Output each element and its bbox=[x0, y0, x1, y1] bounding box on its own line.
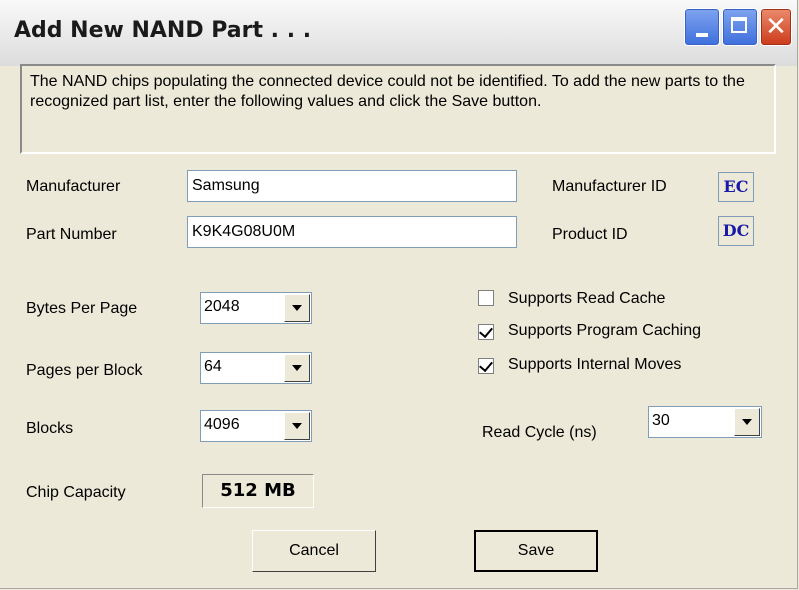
read-cycle-value: 30 bbox=[652, 412, 670, 429]
supports-read-cache-checkbox[interactable] bbox=[478, 290, 494, 306]
bytes-per-page-dropdown-button[interactable] bbox=[284, 294, 310, 322]
save-button[interactable]: Save bbox=[474, 530, 598, 572]
close-icon: ✕ bbox=[765, 12, 787, 42]
checkmark-icon bbox=[479, 323, 493, 339]
supports-internal-moves-checkbox[interactable] bbox=[478, 357, 494, 374]
maximize-button[interactable] bbox=[722, 8, 758, 46]
manufacturer-id-label: Manufacturer ID bbox=[552, 178, 667, 195]
blocks-value: 4096 bbox=[204, 416, 240, 433]
chevron-down-icon bbox=[292, 423, 302, 429]
info-message: The NAND chips populating the connected … bbox=[20, 64, 776, 154]
cancel-button[interactable]: Cancel bbox=[252, 530, 376, 572]
minimize-button[interactable] bbox=[684, 8, 720, 46]
supports-read-cache-label: Supports Read Cache bbox=[508, 290, 666, 307]
blocks-label: Blocks bbox=[26, 420, 74, 437]
manufacturer-input[interactable]: Samsung bbox=[187, 170, 517, 202]
minimize-icon bbox=[696, 33, 708, 37]
product-id-value: DC bbox=[718, 216, 754, 246]
part-number-input[interactable]: K9K4G08U0M bbox=[187, 216, 517, 248]
manufacturer-id-value: EC bbox=[718, 172, 754, 202]
chevron-down-icon bbox=[292, 305, 302, 311]
supports-internal-moves-label: Supports Internal Moves bbox=[508, 356, 682, 373]
add-nand-part-dialog: Add New NAND Part . . . ✕ The NAND chips… bbox=[0, 0, 798, 589]
bytes-per-page-label: Bytes Per Page bbox=[26, 300, 138, 317]
chip-capacity-value: 512 MB bbox=[202, 474, 314, 508]
pages-per-block-select[interactable]: 64 bbox=[200, 352, 312, 384]
read-cycle-select[interactable]: 30 bbox=[648, 406, 762, 438]
close-button[interactable]: ✕ bbox=[760, 8, 792, 46]
product-id-label: Product ID bbox=[552, 226, 628, 243]
chip-capacity-label: Chip Capacity bbox=[26, 484, 126, 501]
blocks-select[interactable]: 4096 bbox=[200, 410, 312, 442]
chevron-down-icon bbox=[292, 365, 302, 371]
supports-program-caching-checkbox[interactable] bbox=[478, 323, 494, 340]
read-cycle-label: Read Cycle (ns) bbox=[482, 424, 597, 441]
blocks-dropdown-button[interactable] bbox=[284, 412, 310, 440]
part-number-label: Part Number bbox=[26, 226, 117, 243]
chevron-down-icon bbox=[742, 419, 752, 425]
pages-per-block-dropdown-button[interactable] bbox=[284, 354, 310, 382]
bytes-per-page-value: 2048 bbox=[204, 298, 240, 315]
read-cycle-dropdown-button[interactable] bbox=[734, 408, 760, 436]
maximize-icon bbox=[731, 17, 747, 33]
checkmark-icon bbox=[479, 357, 493, 373]
manufacturer-label: Manufacturer bbox=[26, 178, 121, 195]
bytes-per-page-select[interactable]: 2048 bbox=[200, 292, 312, 324]
pages-per-block-value: 64 bbox=[204, 358, 222, 375]
supports-program-caching-label: Supports Program Caching bbox=[508, 322, 701, 339]
title-bar[interactable]: Add New NAND Part . . . ✕ bbox=[0, 0, 797, 66]
pages-per-block-label: Pages per Block bbox=[26, 362, 143, 379]
window-title: Add New NAND Part . . . bbox=[14, 18, 312, 43]
